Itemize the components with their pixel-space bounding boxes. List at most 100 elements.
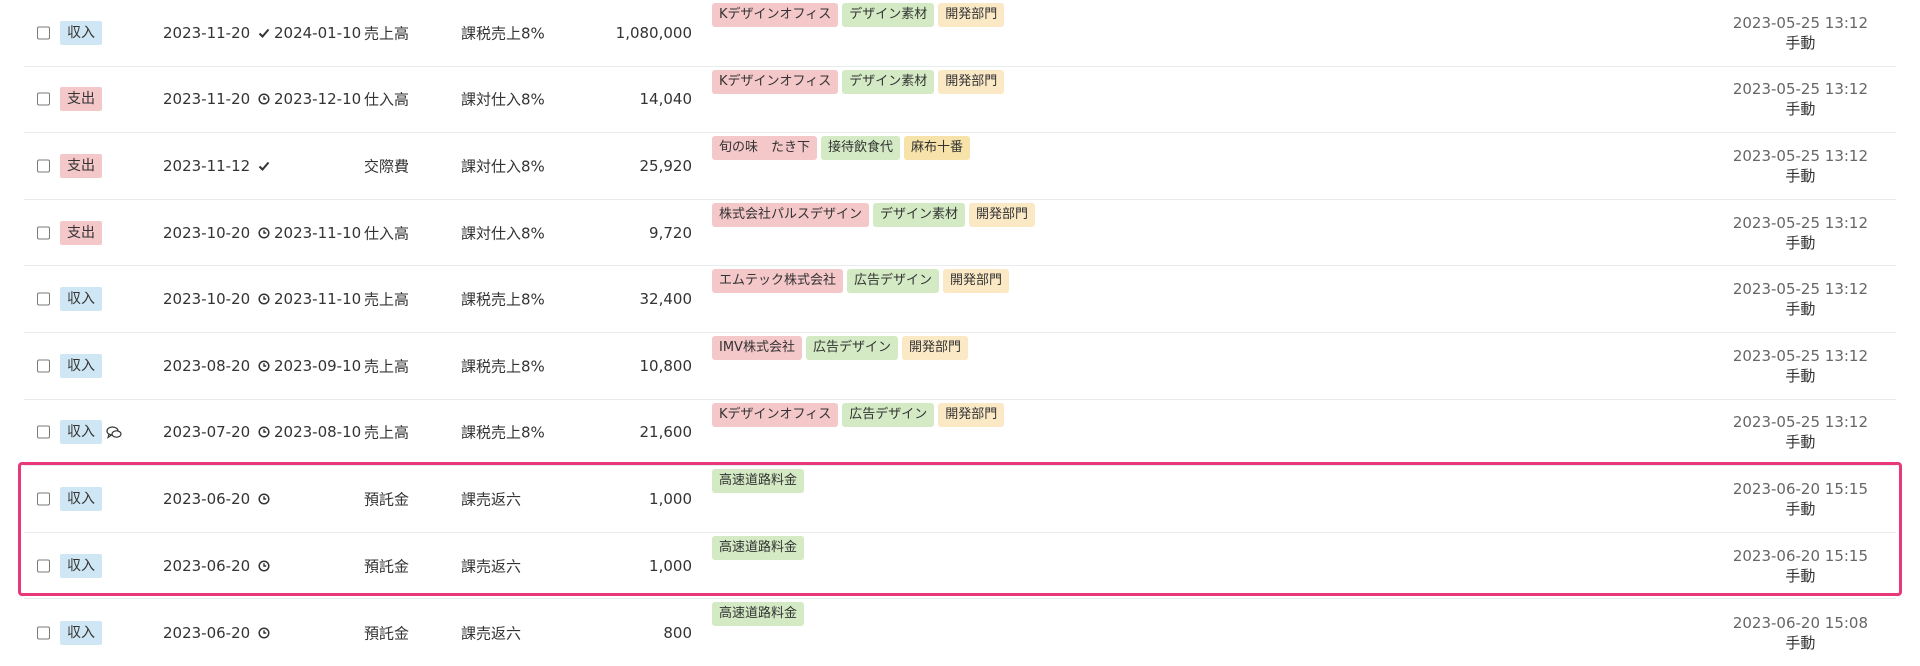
account-item: 売上高 bbox=[364, 24, 410, 43]
clock-icon bbox=[258, 627, 270, 639]
settlement-date: 2023-08-10 bbox=[274, 423, 362, 442]
row-checkbox[interactable] bbox=[37, 492, 50, 506]
tax-category: 課対仕入8% bbox=[461, 224, 545, 243]
updated-at: 2023-05-25 13:12 bbox=[1732, 346, 1868, 365]
tag-item[interactable]: 接待飲食代 bbox=[821, 136, 901, 161]
tag-partner[interactable]: Kデザインオフィス bbox=[712, 402, 839, 427]
comment-icon[interactable] bbox=[106, 426, 122, 440]
clock-icon bbox=[258, 93, 270, 105]
updated-info: 2023-05-25 13:12 手動 bbox=[1733, 13, 1868, 53]
settlement-date: 2023-11-10 bbox=[274, 290, 362, 309]
table-row[interactable]: 収入 2023-06-20 預託金 課売返六 1,000 高速道路料金 2023… bbox=[24, 533, 1896, 600]
settlement: 2023-12-10 bbox=[258, 90, 361, 108]
account-item: 預託金 bbox=[364, 490, 410, 509]
tag-list: 株式会社パルスデザイン デザイン素材 開発部門 bbox=[712, 202, 1036, 227]
type-badge: 収入 bbox=[60, 287, 102, 312]
table-row[interactable]: 収入 2023-11-20 2024-01-10 売上高 課税売上8% 1,08… bbox=[24, 0, 1896, 67]
row-checkbox[interactable] bbox=[37, 92, 50, 106]
type-badge: 収入 bbox=[60, 420, 102, 445]
tag-list: 高速道路料金 bbox=[712, 535, 805, 560]
settlement: 2023-11-10 bbox=[258, 290, 361, 308]
tag-item[interactable]: デザイン素材 bbox=[842, 3, 935, 27]
amount: 32,400 bbox=[639, 290, 693, 309]
input-method: 手動 bbox=[1785, 566, 1816, 585]
amount: 1,000 bbox=[649, 489, 692, 508]
input-method: 手動 bbox=[1785, 499, 1816, 518]
table-row[interactable]: 収入 2023-07-20 2023-08-10 売上高 課税売上8% 21,6… bbox=[24, 400, 1896, 467]
updated-at: 2023-05-25 13:12 bbox=[1732, 13, 1868, 32]
account-item: 預託金 bbox=[364, 624, 410, 643]
tag-partner[interactable]: Kデザインオフィス bbox=[712, 69, 839, 94]
table-row[interactable]: 収入 2023-08-20 2023-09-10 売上高 課税売上8% 10,8… bbox=[24, 333, 1896, 400]
row-checkbox[interactable] bbox=[37, 626, 50, 640]
tag-item[interactable]: 広告デザイン bbox=[842, 402, 935, 427]
tag-section[interactable]: 開発部門 bbox=[901, 335, 968, 360]
tag-item[interactable]: 広告デザイン bbox=[805, 335, 898, 360]
table-row[interactable]: 支出 2023-11-12 交際費 課対仕入8% 25,920 旬の味 たき下接… bbox=[24, 133, 1896, 200]
row-checkbox[interactable] bbox=[37, 159, 50, 173]
tag-section[interactable]: 開発部門 bbox=[969, 202, 1036, 227]
tag-item[interactable]: 高速道路料金 bbox=[712, 469, 805, 494]
updated-info: 2023-05-25 13:12 手動 bbox=[1733, 412, 1868, 452]
type-badge: 収入 bbox=[60, 553, 102, 578]
tax-category: 課税売上8% bbox=[461, 24, 545, 43]
tag-section[interactable]: 開発部門 bbox=[938, 69, 1005, 94]
transactions-table: 収入 2023-11-20 2024-01-10 売上高 課税売上8% 1,08… bbox=[24, 0, 1896, 666]
settlement: 2024-01-10 bbox=[258, 24, 361, 42]
row-checkbox[interactable] bbox=[37, 425, 50, 439]
row-checkbox[interactable] bbox=[37, 292, 50, 306]
check-icon bbox=[258, 27, 270, 39]
input-method: 手動 bbox=[1785, 433, 1816, 452]
table-row[interactable]: 収入 2023-10-20 2023-11-10 売上高 課税売上8% 32,4… bbox=[24, 266, 1896, 333]
input-method: 手動 bbox=[1785, 100, 1816, 119]
tag-memo[interactable]: 麻布十番 bbox=[904, 136, 971, 161]
issue-date: 2023-06-20 bbox=[163, 623, 251, 642]
table-row[interactable]: 収入 2023-06-20 預託金 課売返六 1,000 高速道路料金 2023… bbox=[24, 466, 1896, 533]
tag-item[interactable]: デザイン素材 bbox=[873, 202, 966, 227]
settlement-date: 2024-01-10 bbox=[274, 23, 362, 42]
tag-list: Kデザインオフィス デザイン素材 開発部門 bbox=[712, 69, 1005, 94]
updated-at: 2023-05-25 13:12 bbox=[1732, 413, 1868, 432]
tag-partner[interactable]: Kデザインオフィス bbox=[712, 3, 839, 27]
table-row[interactable]: 支出 2023-10-20 2023-11-10 仕入高 課対仕入8% 9,72… bbox=[24, 200, 1896, 267]
tag-list: エムテック株式会社 広告デザイン 開発部門 bbox=[712, 269, 1010, 294]
settlement-date: 2023-11-10 bbox=[274, 223, 362, 242]
tag-item[interactable]: 高速道路料金 bbox=[712, 602, 805, 627]
row-checkbox[interactable] bbox=[37, 359, 50, 373]
tag-section[interactable]: 開発部門 bbox=[943, 269, 1010, 294]
tag-partner[interactable]: IMV株式会社 bbox=[712, 335, 802, 360]
amount: 800 bbox=[663, 623, 692, 642]
updated-at: 2023-06-20 15:08 bbox=[1732, 613, 1868, 632]
issue-date: 2023-07-20 bbox=[163, 423, 251, 442]
tag-item[interactable]: 高速道路料金 bbox=[712, 535, 805, 560]
row-checkbox[interactable] bbox=[37, 226, 50, 240]
table-row[interactable]: 収入 2023-06-20 預託金 課売返六 800 高速道路料金 2023-0… bbox=[24, 599, 1896, 666]
type-badge: 収入 bbox=[60, 620, 102, 645]
tax-category: 課税売上8% bbox=[461, 357, 545, 376]
tag-section[interactable]: 開発部門 bbox=[938, 402, 1005, 427]
tag-item[interactable]: 広告デザイン bbox=[847, 269, 940, 294]
updated-info: 2023-05-25 13:12 手動 bbox=[1733, 146, 1868, 186]
tag-partner[interactable]: 株式会社パルスデザイン bbox=[712, 202, 870, 227]
issue-date: 2023-11-12 bbox=[163, 156, 251, 175]
issue-date: 2023-11-20 bbox=[163, 90, 251, 109]
type-badge: 収入 bbox=[60, 353, 102, 378]
settlement bbox=[258, 559, 274, 572]
row-checkbox[interactable] bbox=[37, 26, 50, 40]
row-checkbox[interactable] bbox=[37, 559, 50, 573]
tax-category: 課対仕入8% bbox=[461, 157, 545, 176]
issue-date: 2023-06-20 bbox=[163, 556, 251, 575]
tag-item[interactable]: デザイン素材 bbox=[842, 69, 935, 94]
updated-info: 2023-05-25 13:12 手動 bbox=[1733, 79, 1868, 119]
type-badge: 支出 bbox=[60, 220, 102, 245]
type-badge: 収入 bbox=[60, 486, 102, 511]
tag-section[interactable]: 開発部門 bbox=[938, 3, 1005, 27]
table-row[interactable]: 支出 2023-11-20 2023-12-10 仕入高 課対仕入8% 14,0… bbox=[24, 67, 1896, 134]
tax-category: 課売返六 bbox=[461, 624, 522, 643]
issue-date: 2023-08-20 bbox=[163, 356, 251, 375]
account-item: 売上高 bbox=[364, 357, 410, 376]
tag-partner[interactable]: 旬の味 たき下 bbox=[712, 136, 818, 161]
issue-date: 2023-10-20 bbox=[163, 290, 251, 309]
updated-at: 2023-05-25 13:12 bbox=[1732, 80, 1868, 99]
tag-partner[interactable]: エムテック株式会社 bbox=[712, 269, 844, 294]
